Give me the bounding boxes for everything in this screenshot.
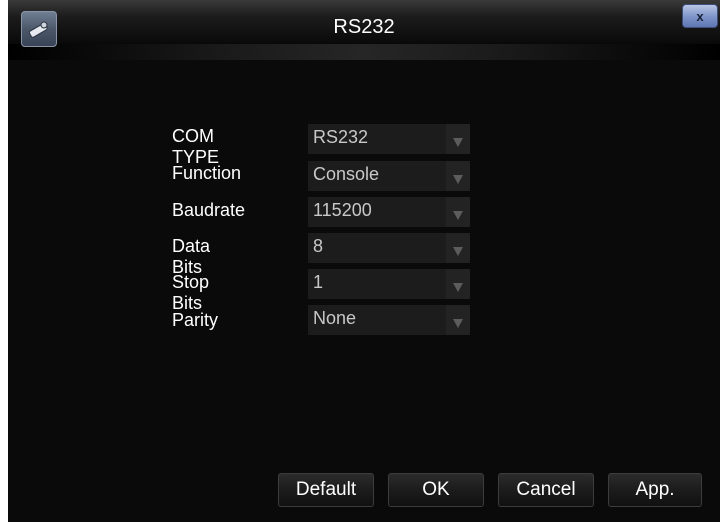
triangle-down-icon[interactable] — [446, 305, 470, 335]
function-select[interactable]: Console — [308, 161, 470, 191]
stop-bits-value: 1 — [313, 272, 324, 292]
stop-bits-label: Stop Bits — [172, 272, 210, 313]
close-icon: x — [696, 8, 704, 24]
parity-value: None — [313, 308, 357, 328]
com-type-label: COM TYPE — [172, 126, 220, 167]
com-type-select[interactable]: RS232 — [308, 124, 470, 154]
parity-label: Parity — [172, 310, 219, 330]
cancel-button[interactable]: Cancel — [498, 473, 594, 507]
function-value: Console — [313, 164, 380, 184]
triangle-down-icon[interactable] — [446, 233, 470, 263]
title-bar: RS232 x — [8, 0, 720, 60]
rs232-dialog: RS232 x COM TYPE RS232 Function Console … — [8, 0, 720, 522]
baudrate-select[interactable]: 115200 — [308, 197, 470, 227]
stop-bits-select[interactable]: 1 — [308, 269, 470, 299]
close-button[interactable]: x — [682, 4, 718, 28]
baudrate-value: 115200 — [313, 200, 372, 220]
baudrate-label: Baudrate — [172, 200, 246, 220]
triangle-down-icon[interactable] — [446, 124, 470, 154]
data-bits-value: 8 — [313, 236, 324, 256]
apply-button[interactable]: App. — [608, 473, 702, 507]
window-title: RS232 — [333, 16, 395, 38]
function-label: Function — [172, 163, 242, 183]
triangle-down-icon[interactable] — [446, 197, 470, 227]
ok-button[interactable]: OK — [388, 473, 484, 507]
default-button[interactable]: Default — [278, 473, 374, 507]
com-type-value: RS232 — [313, 127, 369, 147]
data-bits-select[interactable]: 8 — [308, 233, 470, 263]
triangle-down-icon[interactable] — [446, 269, 470, 299]
title-glow — [8, 44, 720, 60]
parity-select[interactable]: None — [308, 305, 470, 335]
triangle-down-icon[interactable] — [446, 161, 470, 191]
